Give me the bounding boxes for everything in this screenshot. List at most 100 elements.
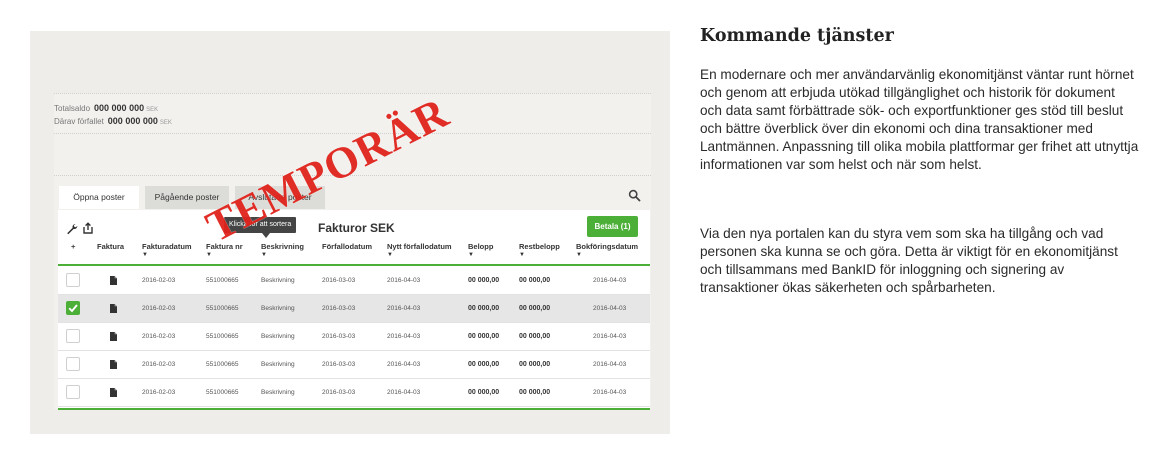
column-header-label: Faktura: [97, 242, 125, 251]
checkmark-icon: [68, 304, 78, 313]
column-header-label: Bokföringsdatum: [576, 242, 639, 251]
wrench-icon[interactable]: [66, 223, 78, 235]
tab-open-items[interactable]: Öppna poster: [59, 186, 139, 209]
article-heading: Kommande tjänster: [700, 26, 894, 46]
cell-restbelopp: 00 000,00: [519, 361, 551, 368]
cell-restbelopp: 00 000,00: [519, 333, 551, 340]
table-row[interactable]: 2016-02-03 551000665 Beskrivning 2016-03-03…: [58, 267, 650, 295]
cell-fakturadatum: 2016-02-03: [142, 361, 176, 368]
cell-bokforingsdatum: 2016-04-03: [593, 305, 627, 312]
column-header-forfallodatum[interactable]: Förfallodatum: [322, 242, 372, 251]
cell-faktura-nr: 551000665: [206, 277, 239, 284]
screenshot-panel: Totalsaldo 000 000 000 SEK Därav förfallet…: [30, 31, 670, 434]
cell-forfallodatum: 2016-03-03: [322, 389, 356, 396]
cell-nytt-forfallodatum: 2016-04-03: [387, 389, 421, 396]
row-checkbox[interactable]: [66, 273, 80, 287]
cell-fakturadatum: 2016-02-03: [142, 305, 176, 312]
cell-forfallodatum: 2016-03-03: [322, 333, 356, 340]
export-icon[interactable]: [82, 222, 94, 234]
column-header-add[interactable]: +: [71, 242, 75, 251]
overdue-label: Därav förfallet: [54, 117, 104, 126]
cell-restbelopp: 00 000,00: [519, 305, 551, 312]
cell-faktura-nr: 551000665: [206, 361, 239, 368]
cell-fakturadatum: 2016-02-03: [142, 333, 176, 340]
totalsaldo-unit: SEK: [146, 107, 159, 113]
sort-caret-icon: ▼: [387, 252, 393, 258]
pay-button[interactable]: Betala (1): [587, 216, 638, 237]
column-header-label: Fakturadatum: [142, 242, 192, 251]
row-checkbox[interactable]: [66, 329, 80, 343]
table-row[interactable]: 2016-02-03 551000665 Beskrivning 2016-03-03…: [58, 323, 650, 351]
row-checkbox[interactable]: [66, 301, 80, 315]
column-header-label: Förfallodatum: [322, 242, 372, 251]
search-icon[interactable]: [628, 189, 641, 202]
column-header-bokforingsdatum[interactable]: Bokföringsdatum ▼: [576, 242, 638, 258]
cell-beskrivning: Beskrivning: [261, 305, 295, 312]
table-row[interactable]: 2016-02-03 551000665 Beskrivning 2016-03-03…: [58, 295, 650, 323]
cell-beskrivning: Beskrivning: [261, 277, 295, 284]
cell-belopp: 00 000,00: [468, 333, 500, 340]
document-icon[interactable]: [110, 360, 117, 369]
cell-bokforingsdatum: 2016-04-03: [593, 333, 627, 340]
sort-caret-icon: ▼: [261, 252, 267, 258]
sort-caret-icon: ▼: [468, 252, 474, 258]
overdue-unit: SEK: [159, 120, 172, 126]
sort-caret-icon: ▼: [142, 252, 148, 258]
cell-nytt-forfallodatum: 2016-04-03: [387, 305, 421, 312]
column-header-label: +: [71, 242, 76, 251]
column-header-beskrivning[interactable]: Beskrivning ▼: [261, 242, 304, 258]
table-title: Fakturor SEK: [318, 221, 395, 235]
divider: [54, 93, 651, 94]
cell-bokforingsdatum: 2016-04-03: [593, 277, 627, 284]
cell-forfallodatum: 2016-03-03: [322, 305, 356, 312]
sort-caret-icon: ▼: [519, 252, 525, 258]
column-header-label: Restbelopp: [519, 242, 560, 251]
article-paragraph: En modernare och mer användarvänlig ekon…: [700, 67, 1139, 172]
cell-nytt-forfallodatum: 2016-04-03: [387, 277, 421, 284]
column-header-nytt-forfallodatum[interactable]: Nytt förfallodatum ▼: [387, 242, 452, 258]
sort-caret-icon: ▼: [206, 252, 212, 258]
cell-bokforingsdatum: 2016-04-03: [593, 361, 627, 368]
cell-belopp: 00 000,00: [468, 305, 500, 312]
column-header-belopp[interactable]: Belopp ▼: [468, 242, 493, 258]
cell-belopp: 00 000,00: [468, 389, 500, 396]
cell-faktura-nr: 551000665: [206, 305, 239, 312]
cell-beskrivning: Beskrivning: [261, 333, 295, 340]
table-bottom-border: [58, 408, 650, 410]
cell-forfallodatum: 2016-03-03: [322, 277, 356, 284]
overdue-value: 000 000 000: [107, 116, 158, 126]
cell-restbelopp: 00 000,00: [519, 277, 551, 284]
row-checkbox[interactable]: [66, 385, 80, 399]
cell-beskrivning: Beskrivning: [261, 389, 295, 396]
document-icon[interactable]: [110, 332, 117, 341]
cell-beskrivning: Beskrivning: [261, 361, 295, 368]
cell-bokforingsdatum: 2016-04-03: [593, 389, 627, 396]
cell-belopp: 00 000,00: [468, 277, 500, 284]
row-checkbox[interactable]: [66, 357, 80, 371]
column-header-fakturadatum[interactable]: Fakturadatum ▼: [142, 242, 192, 258]
sort-caret-icon: ▼: [576, 252, 582, 258]
column-header-label: Beskrivning: [261, 242, 304, 251]
document-icon[interactable]: [110, 388, 117, 397]
column-header-label: Nytt förfallodatum: [387, 242, 452, 251]
cell-forfallodatum: 2016-03-03: [322, 361, 356, 368]
document-icon[interactable]: [110, 276, 117, 285]
cell-restbelopp: 00 000,00: [519, 389, 551, 396]
column-header-faktura[interactable]: Faktura: [97, 242, 124, 251]
document-icon[interactable]: [110, 304, 117, 313]
column-header-label: Belopp: [468, 242, 494, 251]
table-row[interactable]: 2016-02-03 551000665 Beskrivning 2016-03-03…: [58, 351, 650, 379]
header-divider: [58, 264, 650, 266]
totalsaldo: Totalsaldo 000 000 000 SEK: [54, 103, 158, 113]
invoice-table: Fakturor SEK Betala (1) + Faktura Faktur…: [58, 210, 650, 410]
cell-faktura-nr: 551000665: [206, 333, 239, 340]
column-header-restbelopp[interactable]: Restbelopp ▼: [519, 242, 560, 258]
cell-nytt-forfallodatum: 2016-04-03: [387, 333, 421, 340]
cell-fakturadatum: 2016-02-03: [142, 389, 176, 396]
overdue-saldo: Därav förfallet 000 000 000 SEK: [54, 116, 172, 126]
cell-belopp: 00 000,00: [468, 361, 500, 368]
totalsaldo-value: 000 000 000: [94, 103, 145, 113]
cell-fakturadatum: 2016-02-03: [142, 277, 176, 284]
table-row[interactable]: 2016-02-03 551000665 Beskrivning 2016-03-03…: [58, 379, 650, 407]
totalsaldo-label: Totalsaldo: [54, 104, 91, 113]
